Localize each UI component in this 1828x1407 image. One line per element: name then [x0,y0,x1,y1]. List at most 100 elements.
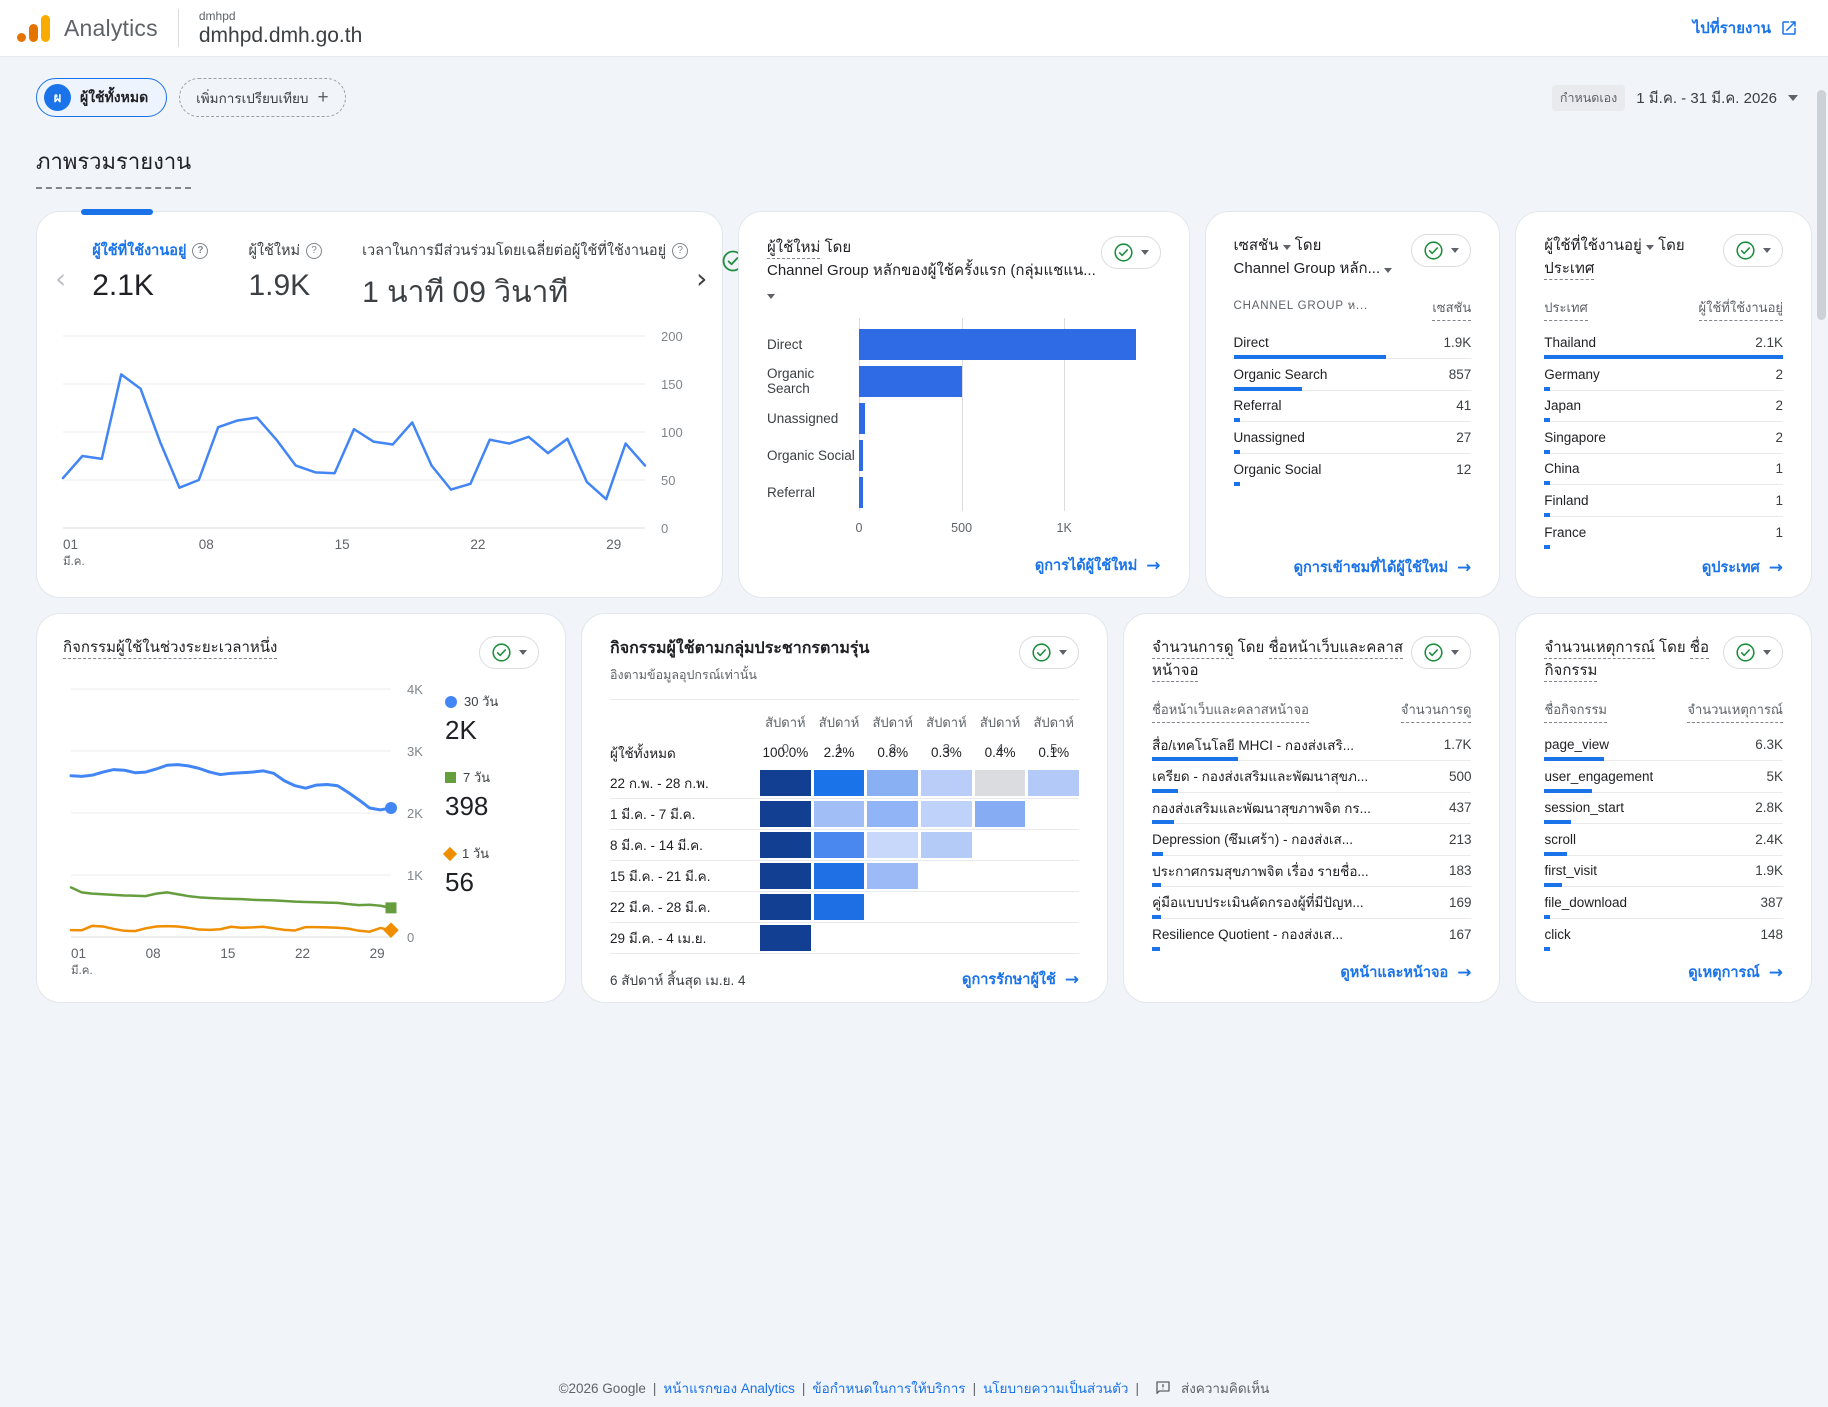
help-icon[interactable]: ? [306,243,322,259]
card-title: กิจกรรมผู้ใช้ตามกลุ่มประชากรตามรุ่น [610,636,869,661]
chevron-right-icon[interactable]: › [696,265,707,293]
dimension-term[interactable]: ประเทศ [1544,260,1594,280]
legend-item[interactable]: 1 วัน 56 [445,843,498,898]
view-events-link[interactable]: ดูเหตุการณ์→ [1688,961,1783,984]
legend-label: 7 วัน [463,767,490,788]
column-header-dimension[interactable]: ชื่อกิจกรรม [1544,699,1607,723]
cohort-week-label: 1 มี.ค. - 7 มี.ค. [610,803,760,825]
card-title: ผู้ใช้ใหม่ โดย Channel Group หลักของผู้ใ… [767,236,1101,306]
view-countries-link[interactable]: ดูประเทศ→ [1702,556,1783,579]
property-block[interactable]: dmhpd dmhpd.dmh.go.th [199,9,362,48]
help-icon[interactable]: ? [672,243,688,259]
row-value: 1 [1775,461,1783,476]
cohort-week-label: 22 มี.ค. - 28 มี.ค. [610,896,760,918]
legend-item[interactable]: 30 วัน2K [445,691,498,746]
table-header: ชื่อหน้าเว็บและคลาสหน้าจอ จำนวนการดู [1152,699,1471,730]
dimension-selector[interactable]: Channel Group หลัก... [1234,260,1393,277]
filter-toolbar: ผ ผู้ใช้ทั้งหมด เพิ่มการเปรียบเทียบ + กำ… [0,57,1828,117]
cohort-row: 22 ก.พ. - 28 ก.พ. [610,768,1079,799]
row-label: Organic Search [1234,367,1328,382]
cohort-cell [921,925,972,951]
status-ok-button[interactable] [1411,636,1471,669]
table-row: Japan2 [1544,391,1783,423]
column-header-dimension[interactable]: ชื่อหน้าเว็บและคลาสหน้าจอ [1152,699,1309,723]
metric-value: 2.1K [92,269,208,303]
feedback-label[interactable]: ส่งความคิดเห็น [1181,1377,1269,1399]
arrow-right-icon: → [1457,963,1471,983]
table-row: Organic Search 857 [1234,359,1472,391]
go-to-report-link[interactable]: ไปที่รายงาน [1693,16,1798,40]
svg-text:1K: 1K [407,868,423,883]
status-ok-button[interactable] [1019,636,1079,669]
column-header-metric[interactable]: ผู้ใช้ที่ใช้งานอยู่ [1699,297,1784,321]
column-header-metric[interactable]: เซสชัน [1432,297,1471,321]
cohort-cell [975,863,1026,889]
view-pages-link[interactable]: ดูหน้าและหน้าจอ→ [1340,961,1471,984]
metric-value: 1 นาที 09 วินาที [362,269,688,316]
metric-tab-new-users[interactable]: ผู้ใช้ใหม่? 1.9K [248,239,322,303]
table-row: Referral41 [1234,391,1472,423]
view-new-users-link[interactable]: ดูการได้ผู้ใช้ใหม่→ [1035,554,1161,577]
cohort-cell [1028,801,1079,827]
date-mode-badge: กำหนดเอง [1552,85,1625,111]
metrics-row: ‹ ผู้ใช้ที่ใช้งานอยู่? 2.1K ผู้ใช้ใหม่? … [37,212,722,316]
cohort-cell [760,770,811,796]
column-header-dimension[interactable]: ประเทศ [1544,297,1587,321]
column-header-dimension[interactable]: CHANNEL GROUP ห... [1234,297,1368,321]
metric-selector[interactable]: เซสชัน [1234,237,1291,254]
legend-label: 1 วัน [462,843,489,864]
metric-tab-engagement-time[interactable]: เวลาในการมีส่วนร่วมโดยเฉลี่ยต่อผู้ใช้ที่… [362,239,688,316]
chevron-left-icon[interactable]: ‹ [55,265,66,293]
scrollbar-thumb[interactable] [1817,90,1826,320]
cohort-cell [814,894,865,920]
chevron-down-icon [1059,650,1067,655]
metric-tab-active-users[interactable]: ผู้ใช้ที่ใช้งานอยู่? 2.1K [92,239,208,303]
cohort-cell [921,863,972,889]
table-row: France1 [1544,517,1783,549]
card-title[interactable]: กิจกรรมผู้ใช้ในช่วงระยะเวลาหนึ่ง [63,639,277,659]
status-ok-button[interactable] [1723,636,1783,669]
dimension-selector[interactable]: Channel Group หลักของผู้ใช้ครั้งแรก (กลุ… [767,262,1096,302]
svg-text:2K: 2K [407,806,423,821]
legend-value: 56 [445,867,498,898]
metric-term[interactable]: ผู้ใช้ใหม่ [767,239,820,259]
row-label: China [1544,461,1579,476]
add-comparison-chip[interactable]: เพิ่มการเปรียบเทียบ + [179,78,345,117]
bar-category-label: Organic Search [767,366,859,396]
all-users-chip[interactable]: ผ ผู้ใช้ทั้งหมด [36,78,167,117]
analytics-logo-icon[interactable] [16,15,52,42]
row-value: 857 [1449,367,1472,382]
metric-label: เวลาในการมีส่วนร่วมโดยเฉลี่ยต่อผู้ใช้ที่… [362,239,666,262]
table-row: Organic Social12 [1234,454,1472,486]
view-traffic-acquisition-link[interactable]: ดูการเข้าชมที่ได้ผู้ใช้ใหม่→ [1294,556,1472,579]
footer-link-analytics-home[interactable]: หน้าแรกของ Analytics [663,1377,795,1399]
legend-value: 2K [445,715,498,746]
view-retention-link[interactable]: ดูการรักษาผู้ใช้→ [962,968,1079,991]
chevron-down-icon [1283,245,1291,250]
column-header-metric[interactable]: จำนวนการดู [1401,699,1472,723]
bar-fill [859,329,1136,360]
table-row: file_download387 [1544,887,1783,919]
footer-link-terms[interactable]: ข้อกำหนดในการให้บริการ [812,1377,965,1399]
row-label: Direct [1234,335,1269,350]
cohort-cell [814,863,865,889]
date-range-picker[interactable]: กำหนดเอง 1 มี.ค. - 31 มี.ค. 2026 [1552,85,1798,111]
status-ok-button[interactable] [1411,234,1471,267]
column-header-metric[interactable]: จำนวนเหตุการณ์ [1687,699,1783,723]
metric-term[interactable]: จำนวนการดู [1152,639,1233,659]
status-ok-button[interactable] [479,636,539,669]
bar-row: Organic Search [767,363,1161,400]
status-ok-button[interactable] [1101,236,1161,269]
cohort-week-label: 29 มี.ค. - 4 เม.ย. [610,927,760,949]
footer-link-privacy[interactable]: นโยบายความเป็นส่วนตัว [983,1377,1128,1399]
plus-icon: + [317,88,328,107]
help-icon[interactable]: ? [192,243,208,259]
metric-term[interactable]: จำนวนเหตุการณ์ [1544,639,1654,659]
retention-percent: 100.0% [760,740,811,766]
legend-item[interactable]: 7 วัน398 [445,767,498,822]
status-ok-button[interactable] [1723,234,1783,267]
metric-selector[interactable]: ผู้ใช้ที่ใช้งานอยู่ [1544,237,1654,254]
add-comparison-label: เพิ่มการเปรียบเทียบ [196,87,308,109]
bar-category-label: Referral [767,485,859,500]
go-to-report-label: ไปที่รายงาน [1693,16,1771,40]
